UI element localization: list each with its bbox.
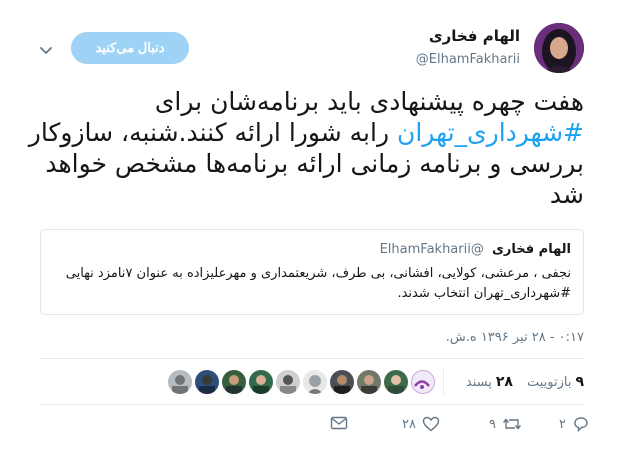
divider <box>40 358 584 359</box>
retweet-action[interactable]: ۹ <box>489 416 522 432</box>
tweet-text-part-1: هفت چهره پیشنهادی باید برنامه‌شان برای <box>154 87 584 116</box>
divider <box>40 404 584 405</box>
quoted-tweet-text: نجفی ، مرعشی، کولایی، افشانی، بی طرف، شر… <box>65 266 571 301</box>
heart-icon <box>422 416 440 432</box>
display-name[interactable]: الهام فخاری <box>429 27 520 45</box>
engagement-stats: ۹ بازتوییت ۲۸ پسند <box>165 368 584 396</box>
hashtag-link[interactable]: #شهرداری_تهران <box>397 118 584 147</box>
liker-avatar[interactable] <box>383 370 408 394</box>
envelope-icon <box>330 416 348 430</box>
following-button[interactable]: دنبال می‌کنید <box>71 32 189 64</box>
reply-action[interactable]: ۲ <box>559 416 590 432</box>
like-action[interactable]: ۲۸ <box>402 416 440 432</box>
tweet-actions: ۲ ۹ ۲۸ <box>330 416 590 438</box>
liker-avatar[interactable] <box>356 370 381 394</box>
likes-count: ۲۸ <box>495 374 513 390</box>
liker-avatar[interactable] <box>167 370 192 394</box>
direct-message-action[interactable] <box>330 416 348 430</box>
user-handle[interactable]: @ElhamFakharii <box>416 52 520 67</box>
like-count: ۲۸ <box>402 416 416 432</box>
quoted-user-handle: @ElhamFakharii <box>379 242 484 257</box>
tweet-timestamp[interactable]: ۰:۱۷ - ۲۸ تیر ۱۳۹۶ ه.ش. <box>446 330 584 345</box>
retweet-count: ۹ <box>489 416 496 432</box>
quoted-tweet[interactable]: الهام فخاری @ElhamFakharii نجفی ، مرعشی،… <box>40 229 584 315</box>
chevron-down-icon[interactable] <box>38 42 54 54</box>
stats-separator <box>442 368 444 396</box>
tweet-text: هفت چهره پیشنهادی باید برنامه‌شان برای #… <box>24 86 584 210</box>
retweets-label: بازتوییت <box>526 374 572 390</box>
liker-avatar[interactable] <box>329 370 354 394</box>
liker-avatars <box>165 370 435 394</box>
likes-stat[interactable]: ۲۸ پسند <box>466 374 513 390</box>
tweet-card: الهام فخاری @ElhamFakharii دنبال می‌کنید… <box>0 0 620 465</box>
retweets-count: ۹ <box>575 374 584 390</box>
retweets-stat[interactable]: ۹ بازتوییت <box>527 374 584 390</box>
quoted-display-name: الهام فخاری <box>491 242 571 257</box>
reply-count: ۲ <box>559 416 566 432</box>
reply-icon <box>572 416 590 432</box>
liker-avatar[interactable] <box>302 370 327 394</box>
retweet-icon <box>502 416 522 432</box>
liker-avatar[interactable] <box>410 370 435 394</box>
liker-avatar[interactable] <box>194 370 219 394</box>
quoted-tweet-header: الهام فخاری @ElhamFakharii <box>380 242 571 257</box>
likes-label: پسند <box>465 374 492 390</box>
liker-avatar[interactable] <box>275 370 300 394</box>
liker-avatar[interactable] <box>221 370 246 394</box>
liker-avatar[interactable] <box>248 370 273 394</box>
avatar[interactable] <box>534 23 584 73</box>
